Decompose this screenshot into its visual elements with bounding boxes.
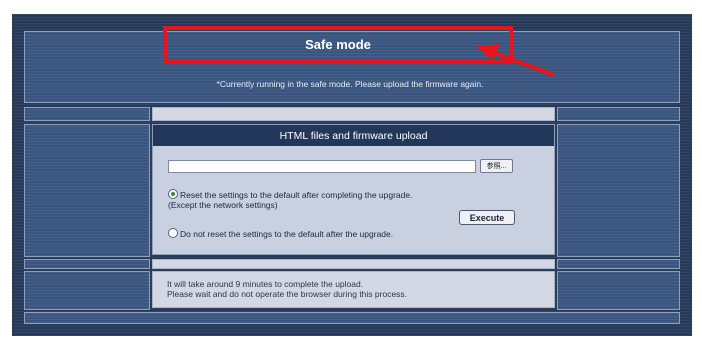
separator-2-right	[557, 259, 680, 269]
firmware-file-input[interactable]	[168, 160, 476, 173]
radio-reset[interactable]	[168, 189, 178, 199]
option-reset[interactable]: Reset the settings to the default after …	[168, 189, 448, 210]
footer-strip	[24, 312, 680, 324]
upload-panel-header: HTML files and firmware upload	[153, 125, 554, 146]
option-no-reset-label: Do not reset the settings to the default…	[180, 229, 394, 239]
notice-line-2: Please wait and do not operate the brows…	[167, 289, 408, 299]
upload-notice: It will take around 9 minutes to complet…	[152, 271, 555, 308]
separator-right	[557, 107, 680, 121]
side-cell-left	[24, 124, 150, 257]
bottom-cell-right	[557, 271, 680, 310]
separator-2-center	[152, 259, 555, 269]
upload-panel: HTML files and firmware upload 参照... Res…	[152, 124, 555, 255]
notice-line-1: It will take around 9 minutes to complet…	[167, 279, 364, 289]
radio-no-reset[interactable]	[168, 228, 178, 238]
bottom-cell-left	[24, 271, 150, 310]
option-reset-note: (Except the network settings)	[168, 200, 278, 210]
option-reset-label: Reset the settings to the default after …	[180, 190, 413, 200]
separator-2-left	[24, 259, 150, 269]
execute-button[interactable]: Execute	[459, 210, 515, 225]
separator-center	[152, 107, 555, 121]
safe-mode-note: *Currently running in the safe mode. Ple…	[216, 79, 484, 89]
separator-left	[24, 107, 150, 121]
option-no-reset[interactable]: Do not reset the settings to the default…	[168, 228, 448, 239]
red-arrow-icon	[476, 44, 555, 77]
side-cell-right	[557, 124, 680, 257]
safe-mode-title: Safe mode	[163, 26, 513, 63]
browse-button[interactable]: 参照...	[480, 159, 513, 173]
